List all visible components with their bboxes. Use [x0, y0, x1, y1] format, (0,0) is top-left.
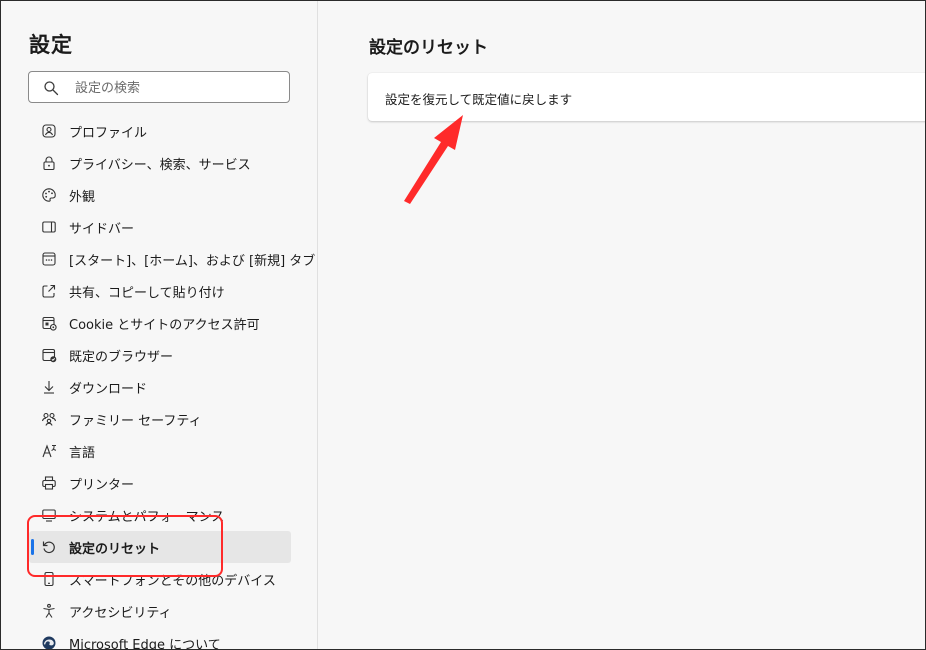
edge-logo-icon [41, 635, 57, 649]
settings-window: 設定 プロファイル プライバシー、検索、サービス [0, 0, 926, 650]
sidebar-item-appearance[interactable]: 外観 [29, 179, 291, 211]
sidebar-item-phone-devices[interactable]: スマートフォンとその他のデバイス [29, 563, 291, 595]
start-page-icon [41, 251, 57, 267]
sidebar-item-label: 設定のリセット [69, 541, 161, 557]
sidebar-item-privacy[interactable]: プライバシー、検索、サービス [29, 147, 291, 179]
phone-icon [41, 571, 57, 587]
sidebar-item-label: 言語 [69, 445, 96, 461]
sidebar-item-system-performance[interactable]: システムとパフォーマンス [29, 499, 291, 531]
sidebar-item-label: [スタート]、[ホーム]、および [新規] タブ [69, 253, 316, 269]
sidebar-item-label: スマートフォンとその他のデバイス [69, 573, 276, 589]
sidebar-item-label: 外観 [69, 189, 96, 205]
sidebar-item-printers[interactable]: プリンター [29, 467, 291, 499]
sidebar-item-share-copy-paste[interactable]: 共有、コピーして貼り付け [29, 275, 291, 307]
sidebar-item-profile[interactable]: プロファイル [29, 115, 291, 147]
sidebar-item-cookies-site-permissions[interactable]: Cookie とサイトのアクセス許可 [29, 307, 291, 339]
sidebar-item-family-safety[interactable]: ファミリー セーフティ [29, 403, 291, 435]
site-permissions-icon [41, 315, 57, 331]
sidebar-item-languages[interactable]: 言語 [29, 435, 291, 467]
sidebar-item-default-browser[interactable]: 既定のブラウザー [29, 339, 291, 371]
system-icon [41, 507, 57, 523]
restore-defaults-card[interactable]: 設定を復元して既定値に戻します [368, 73, 925, 121]
default-browser-icon [41, 347, 57, 363]
share-icon [41, 283, 57, 299]
sidebar-item-about-edge[interactable]: Microsoft Edge について [29, 627, 291, 650]
sidebar-icon [41, 219, 57, 235]
language-icon [41, 443, 57, 459]
sidebar-title: 設定 [29, 33, 73, 57]
sidebar-item-label: プロファイル [69, 125, 148, 141]
profile-icon [41, 123, 57, 139]
sidebar-item-downloads[interactable]: ダウンロード [29, 371, 291, 403]
sidebar-item-label: システムとパフォーマンス [69, 509, 225, 525]
search-icon [43, 80, 59, 96]
settings-search-box[interactable] [28, 71, 290, 103]
download-icon [41, 379, 57, 395]
main-content: 設定のリセット 設定を復元して既定値に戻します [318, 1, 925, 649]
sidebar-item-accessibility[interactable]: アクセシビリティ [29, 595, 291, 627]
sidebar-item-label: サイドバー [69, 221, 135, 237]
page-title: 設定のリセット [369, 38, 488, 58]
sidebar-item-label: 共有、コピーして貼り付け [69, 285, 225, 301]
sidebar-item-label: ダウンロード [69, 381, 148, 397]
sidebar-item-label: アクセシビリティ [69, 605, 172, 621]
reset-icon [41, 539, 57, 555]
sidebar-item-label: Cookie とサイトのアクセス許可 [69, 317, 260, 333]
sidebar-item-start-home-newtab[interactable]: [スタート]、[ホーム]、および [新規] タブ [29, 243, 315, 275]
sidebar-item-reset-settings[interactable]: 設定のリセット [29, 531, 291, 563]
sidebar-item-label: Microsoft Edge について [69, 637, 221, 650]
lock-icon [41, 155, 57, 171]
sidebar-item-label: 既定のブラウザー [69, 349, 174, 365]
restore-defaults-label: 設定を復元して既定値に戻します [385, 92, 573, 107]
family-icon [41, 411, 57, 427]
settings-search-input[interactable] [73, 77, 277, 99]
sidebar-item-label: ファミリー セーフティ [69, 413, 202, 429]
printer-icon [41, 475, 57, 491]
sidebar-item-sidebar[interactable]: サイドバー [29, 211, 291, 243]
settings-nav: プロファイル プライバシー、検索、サービス 外観 サイドバー [スタート]、[ホ… [29, 115, 315, 650]
settings-sidebar: 設定 プロファイル プライバシー、検索、サービス [1, 1, 318, 649]
accessibility-icon [41, 603, 57, 619]
sidebar-item-label: プリンター [69, 477, 135, 493]
sidebar-item-label: プライバシー、検索、サービス [69, 157, 251, 173]
palette-icon [41, 187, 57, 203]
